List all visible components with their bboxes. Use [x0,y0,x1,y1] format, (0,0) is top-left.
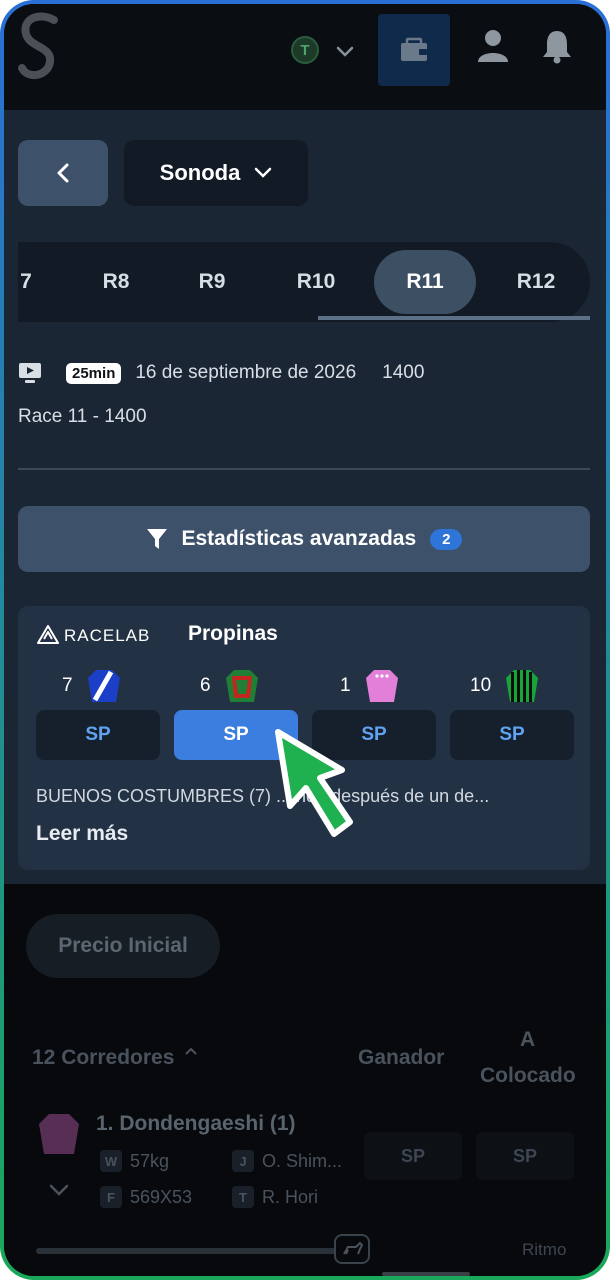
app-screen: T Sonoda 7 R8 R9 R10 R11 R12 25min 16 de… [4,4,606,1276]
runner-weight: W 57kg [100,1150,169,1172]
top-nav: T [4,4,606,110]
race-date: 16 de septiembre de 2026 [135,362,357,383]
place-column-header-line2: Colocado [480,1064,576,1087]
divider [18,468,590,470]
runner-win-price-button[interactable]: SP [364,1132,462,1180]
tips-title: Propinas [188,622,278,645]
advanced-stats-label: Estadísticas avanzadas [181,527,417,550]
price-filter-button[interactable]: Precio Inicial [26,914,220,978]
svg-text:RACELAB: RACELAB [64,626,150,645]
tab-race-r11[interactable]: R11 [374,250,476,314]
runner-trainer: T R. Hori [232,1186,318,1208]
user-icon[interactable] [476,28,510,64]
green-black-stripe-silk-icon [506,670,539,702]
horizontal-scrollbar[interactable] [36,1248,346,1254]
race-subtitle: Race 11 - 1400 [18,406,147,427]
pick-1: 7 [62,666,121,706]
runner-jockey: J O. Shim... [232,1150,342,1172]
bell-icon[interactable] [540,28,574,64]
home-indicator [382,1272,470,1276]
venue-selector[interactable]: Sonoda [124,140,308,206]
pick-number: 10 [470,675,492,696]
app-logo[interactable] [14,10,66,84]
pick-4: 10 [470,666,539,706]
runners-section: Precio Inicial 12 Corredores Ganador A C… [4,884,606,1276]
place-column-header-line1: A [520,1028,536,1051]
filter-icon [146,529,167,549]
wallet-icon [401,37,427,61]
chevron-down-icon[interactable] [334,40,356,62]
wallet-button[interactable] [378,14,450,86]
advanced-stats-count: 2 [430,528,463,550]
green-red-silk-icon [225,670,258,702]
tab-race-r8[interactable]: R8 [74,250,158,314]
race-info-row: 25min 16 de septiembre de 2026 1400 [18,360,424,386]
pick-number: 1 [340,675,351,696]
pick-price-button[interactable]: SP [450,710,574,760]
pointer-arrow-icon [275,729,353,837]
pick-price-button[interactable]: SP [36,710,160,760]
blue-white-silk-icon [87,670,120,702]
runner-form: F 569X53 [100,1186,192,1208]
runner-name[interactable]: 1. Dondengaeshi (1) [96,1112,296,1136]
runner-place-price-button[interactable]: SP [476,1132,574,1180]
advanced-stats-button[interactable]: Estadísticas avanzadas 2 [18,506,590,572]
pick-3: 1 [340,666,399,706]
pick-number: 6 [200,675,211,696]
chevron-down-icon[interactable] [48,1180,70,1200]
race-tabs: 7 R8 R9 R10 R11 R12 [18,242,590,322]
pink-silk-icon [365,670,398,702]
race-distance: 1400 [382,362,425,383]
runner-silk-icon [39,1114,79,1154]
win-column-header: Ganador [358,1046,445,1069]
device-frame: T Sonoda 7 R8 R9 R10 R11 R12 25min 16 de… [0,0,610,1280]
horse-icon [343,1241,364,1255]
tab-race-7[interactable]: 7 [18,250,42,314]
pick-2: 6 [200,666,259,706]
live-stream-icon[interactable] [18,362,42,384]
runners-count-header[interactable]: 12 Corredores [32,1046,198,1070]
tabs-underline [318,316,590,320]
chevron-down-icon [255,167,272,178]
venue-name: Sonoda [159,160,241,185]
pick-number: 7 [62,675,73,696]
tab-race-r12[interactable]: R12 [488,250,584,314]
back-button[interactable] [18,140,108,206]
read-more-link[interactable]: Leer más [36,822,128,846]
pace-label: Ritmo [522,1240,567,1259]
tab-race-r9[interactable]: R9 [170,250,254,314]
tab-race-r10[interactable]: R10 [268,250,364,314]
token-badge[interactable]: T [291,36,319,64]
racelab-logo: RACELAB [37,625,150,645]
chevron-left-icon [57,163,69,183]
tips-header: RACELAB Propinas [36,622,278,646]
sort-icon [185,1047,197,1055]
scroll-handle[interactable] [334,1234,370,1264]
countdown-badge: 25min [66,362,122,384]
